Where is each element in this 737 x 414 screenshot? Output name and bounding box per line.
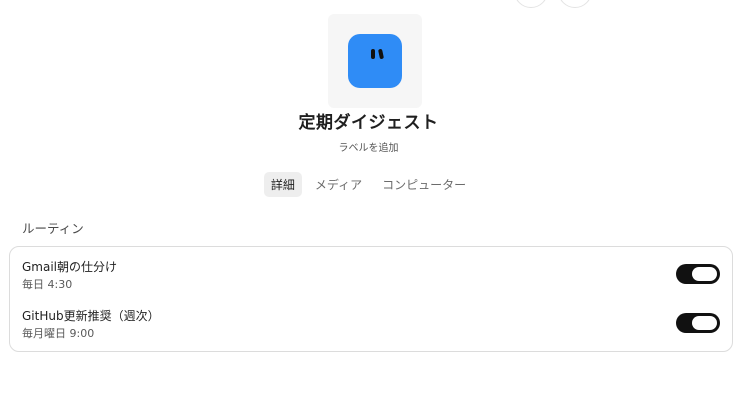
routine-row[interactable]: GitHub更新推奨（週次） 毎月曜日 9:00 (10, 302, 732, 348)
avatar-eye-left (371, 49, 375, 59)
routine-schedule: 毎月曜日 9:00 (22, 327, 95, 340)
avatar-eye-right (378, 48, 384, 60)
routine-toggle[interactable] (676, 264, 720, 284)
routine-row[interactable]: Gmail朝の仕分け 毎日 4:30 (10, 253, 732, 299)
tab-bar: 詳細 メディア コンピューター (0, 172, 737, 197)
blue-square-face-icon (348, 34, 402, 88)
routines-section-label: ルーティン (22, 221, 84, 236)
routine-name: GitHub更新推奨（週次） (22, 309, 160, 323)
tab-computer[interactable]: コンピューター (375, 172, 473, 197)
add-label-link[interactable]: ラベルを追加 (0, 139, 737, 154)
page-title: 定期ダイジェスト (298, 113, 439, 133)
tab-details[interactable]: 詳細 (263, 172, 302, 197)
toggle-knob (692, 267, 717, 281)
toggle-knob (692, 316, 717, 330)
top-circle-button-left[interactable] (514, 0, 548, 8)
routine-toggle[interactable] (676, 313, 720, 333)
tab-media[interactable]: メディア (308, 172, 369, 197)
agent-detail-page: 定期ダイジェスト ラベルを追加 詳細 メディア コンピューター ルーティン Gm… (0, 0, 737, 414)
routines-card: Gmail朝の仕分け 毎日 4:30 GitHub更新推奨（週次） 毎月曜日 9… (9, 246, 733, 352)
routine-schedule: 毎日 4:30 (22, 278, 73, 291)
avatar[interactable] (328, 14, 422, 108)
top-circle-button-right[interactable] (558, 0, 592, 8)
routine-name: Gmail朝の仕分け (22, 260, 118, 274)
